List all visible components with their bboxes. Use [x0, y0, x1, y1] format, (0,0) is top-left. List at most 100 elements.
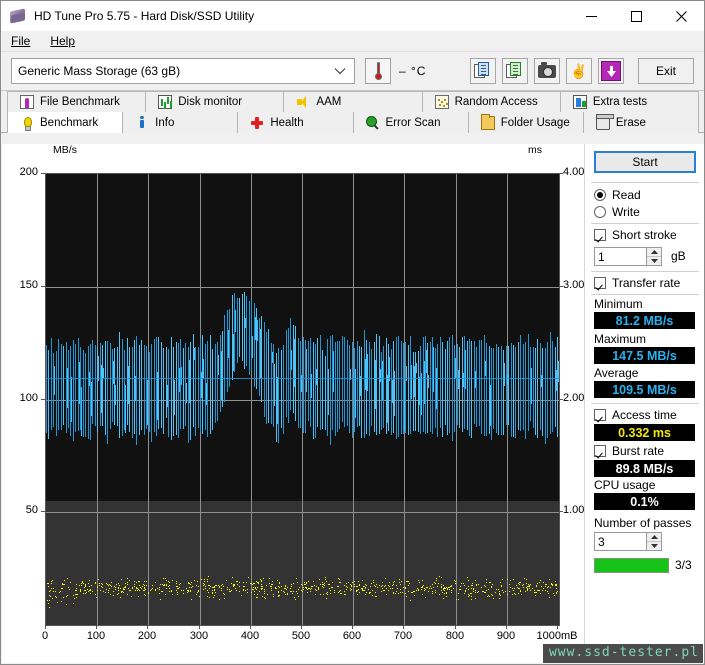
access-time-point [500, 582, 501, 583]
access-time-point [298, 589, 299, 590]
access-time-point [263, 578, 264, 579]
radio-write[interactable]: Write [594, 205, 640, 219]
tab-aam[interactable]: AAM [283, 91, 423, 112]
access-time-point [471, 596, 472, 597]
tab-file-benchmark[interactable]: File Benchmark [7, 91, 147, 112]
thermometer-icon [374, 62, 382, 80]
checkbox-burst-rate[interactable]: Burst rate [594, 444, 664, 458]
spinner-down-icon[interactable] [647, 542, 661, 550]
access-time-point [248, 577, 249, 578]
access-time-point [314, 585, 315, 586]
access-time-point [273, 594, 274, 595]
transfer-rate-bar [523, 343, 524, 430]
minimize-button[interactable] [569, 1, 614, 31]
tab-benchmark[interactable]: Benchmark [7, 112, 124, 133]
access-time-point [177, 592, 178, 593]
short-stroke-input[interactable]: 1 [594, 247, 662, 266]
maximize-button[interactable] [614, 1, 659, 31]
access-time-point [323, 587, 324, 588]
tab-strip: File Benchmark Disk monitor AAM Random A… [1, 91, 704, 133]
access-time-point [322, 586, 323, 587]
checkbox-transfer-rate[interactable]: Transfer rate [594, 276, 680, 290]
transfer-rate-bar [63, 345, 64, 426]
transfer-rate-bar [136, 336, 137, 445]
short-stroke-stepper[interactable] [646, 248, 661, 265]
access-time-point [47, 600, 48, 601]
tab-error-scan[interactable]: Error Scan [352, 112, 469, 133]
access-time-point [237, 581, 238, 582]
checkbox-access-time[interactable]: Access time [594, 408, 677, 422]
tab-info[interactable]: Info [122, 112, 239, 133]
access-time-point [287, 593, 288, 594]
transfer-rate-bar [264, 322, 265, 418]
transfer-rate-bar [217, 341, 218, 422]
spinner-down-icon[interactable] [647, 257, 661, 265]
spinner-up-icon[interactable] [647, 248, 661, 257]
access-time-point [397, 588, 398, 589]
transfer-rate-bar [501, 345, 502, 435]
passes-stepper[interactable] [646, 533, 661, 550]
info-icon [135, 115, 149, 130]
access-time-point [49, 591, 50, 592]
helping-hand-button[interactable]: ✌ [566, 58, 592, 84]
access-time-point [388, 585, 389, 586]
access-time-point [83, 593, 84, 594]
copy-document-green-icon [506, 62, 524, 80]
access-time-point [113, 595, 114, 596]
tab-disk-monitor[interactable]: Disk monitor [145, 91, 285, 112]
access-time-point [207, 590, 208, 591]
access-time-point [414, 591, 415, 592]
exit-button[interactable]: Exit [638, 58, 694, 84]
access-time-point [499, 591, 500, 592]
transfer-rate-bar [481, 340, 482, 435]
menu-file[interactable]: File [1, 32, 40, 50]
transfer-rate-bar [369, 342, 370, 436]
tab-health[interactable]: Health [237, 112, 354, 133]
tab-erase[interactable]: Erase [582, 112, 700, 133]
passes-input[interactable]: 3 [594, 532, 662, 551]
divider-4 [591, 294, 699, 295]
transfer-rate-bar [103, 368, 104, 379]
tab-extra-tests[interactable]: Extra tests [559, 91, 700, 112]
menu-help[interactable]: Help [40, 32, 85, 50]
access-time-point [207, 581, 208, 582]
chart-xtick-label: 200 [137, 630, 157, 642]
access-time-point [455, 583, 456, 584]
access-time-point [163, 578, 164, 579]
access-time-point [304, 582, 305, 583]
menu-bar: File Help [1, 31, 704, 52]
access-time-point [496, 589, 497, 590]
copy-to-clipboard-button[interactable] [470, 58, 496, 84]
access-time-point [302, 585, 303, 586]
screenshot-button[interactable] [534, 58, 560, 84]
download-update-button[interactable] [598, 58, 624, 84]
radio-read[interactable]: Read [594, 188, 641, 202]
access-time-point [529, 588, 530, 589]
transfer-rate-bar [186, 383, 187, 404]
access-time-point [536, 585, 537, 586]
access-time-point [443, 585, 444, 586]
start-button[interactable]: Start [594, 151, 696, 173]
access-time-point [509, 591, 510, 592]
access-time-point [427, 587, 428, 588]
close-button[interactable] [659, 1, 704, 31]
drive-select[interactable]: Generic Mass Storage (63 gB) [11, 58, 355, 84]
access-time-point [432, 584, 433, 585]
access-time-point [142, 586, 143, 587]
tab-folder-usage[interactable]: Folder Usage [467, 112, 584, 133]
access-time-point [55, 591, 56, 592]
access-time-point [80, 589, 81, 590]
access-time-point [520, 582, 521, 583]
access-time-point [60, 591, 61, 592]
access-time-point [243, 582, 244, 583]
access-time-point [408, 591, 409, 592]
checkbox-short-stroke[interactable]: Short stroke [594, 228, 677, 242]
access-time-point [127, 594, 128, 595]
access-time-point [166, 584, 167, 585]
access-time-point [499, 594, 500, 595]
save-report-button[interactable] [502, 58, 528, 84]
tab-random-access[interactable]: Random Access [421, 91, 561, 112]
spinner-up-icon[interactable] [647, 533, 661, 542]
tab-health-label: Health [270, 116, 304, 129]
access-time-point [315, 594, 316, 595]
